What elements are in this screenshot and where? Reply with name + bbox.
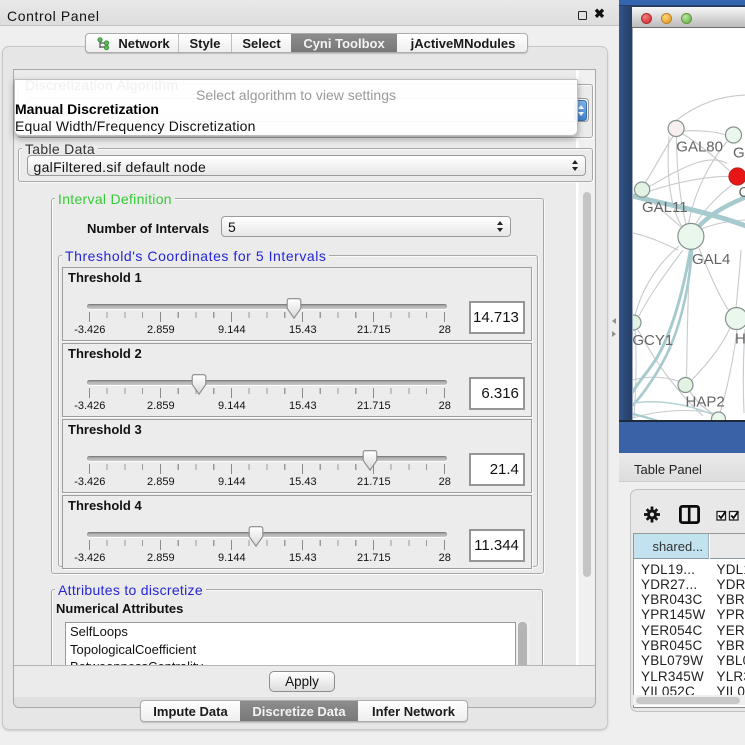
svg-text:HAP2: HAP2 [686, 394, 725, 411]
svg-text:GCY1: GCY1 [633, 332, 673, 349]
svg-text:GA: GA [733, 145, 745, 162]
svg-text:HA: HA [735, 331, 745, 348]
svg-text:GAL11: GAL11 [642, 199, 688, 216]
svg-text:C: C [739, 184, 745, 201]
svg-text:GAL4: GAL4 [692, 251, 730, 268]
svg-text:GAL80: GAL80 [676, 139, 723, 156]
